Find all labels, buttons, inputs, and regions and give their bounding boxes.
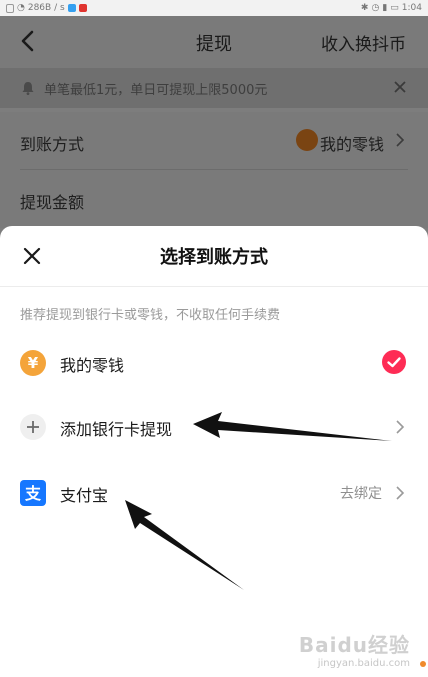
withdraw-amount-label: 提现金额 bbox=[20, 193, 85, 212]
chevron-right-icon bbox=[396, 133, 405, 147]
option-add-bank-card[interactable]: 添加银行卡提现 bbox=[0, 400, 428, 456]
wifi-icon: ◔ bbox=[17, 3, 25, 13]
payout-method-sheet: 选择到账方式 推荐提现到银行卡或零钱，不收取任何手续费 ¥ 我的零钱 添加银行卡… bbox=[0, 226, 428, 677]
battery-icon: ▭ bbox=[390, 3, 399, 13]
watermark-sub: jingyan.baidu.com bbox=[317, 658, 410, 669]
svg-text:¥: ¥ bbox=[28, 354, 39, 372]
bind-alipay-link[interactable]: 去绑定 bbox=[340, 483, 382, 503]
option-alipay[interactable]: 支 支付宝 去绑定 bbox=[0, 466, 428, 522]
status-right: ✱ ◷ ▮ ▭ 1:04 bbox=[361, 3, 422, 13]
app-notification-icon bbox=[67, 4, 76, 12]
payout-method-label: 到账方式 bbox=[20, 135, 85, 154]
alipay-icon: 支 bbox=[20, 480, 46, 506]
sim-icon bbox=[6, 3, 14, 13]
coin-icon: ¥ bbox=[20, 350, 46, 376]
watermark-main: Baidu经验 bbox=[298, 633, 410, 657]
option-wallet[interactable]: ¥ 我的零钱 bbox=[0, 336, 428, 392]
sheet-header: 选择到账方式 bbox=[0, 226, 428, 287]
sheet-title: 选择到账方式 bbox=[160, 247, 268, 268]
check-icon bbox=[382, 350, 406, 374]
sheet-tip: 推荐提现到银行卡或零钱，不收取任何手续费 bbox=[20, 308, 281, 323]
coin-icon bbox=[296, 129, 318, 151]
watermark: Baidu经验 jingyan.baidu.com bbox=[299, 629, 410, 669]
alarm-icon: ◷ bbox=[371, 3, 380, 13]
notice-text: 单笔最低1元，单日可提现上限5000元 bbox=[44, 83, 268, 98]
bluetooth-icon: ✱ bbox=[360, 3, 369, 13]
option-label: 添加银行卡提现 bbox=[60, 420, 173, 439]
chevron-right-icon bbox=[396, 486, 405, 500]
status-left: ◔ 286B / s bbox=[6, 3, 87, 13]
payout-method-row[interactable]: 到账方式 我的零钱 bbox=[0, 112, 428, 170]
signal-icon: ▮ bbox=[382, 3, 388, 13]
close-icon[interactable] bbox=[392, 79, 408, 95]
network-speed: 286B / s bbox=[27, 3, 65, 13]
status-time: 1:04 bbox=[401, 3, 422, 13]
corner-dot bbox=[420, 661, 426, 667]
exchange-coin-button[interactable]: 收入换抖币 bbox=[321, 30, 406, 55]
notice-banner: 单笔最低1元，单日可提现上限5000元 bbox=[0, 68, 428, 108]
plus-icon bbox=[20, 414, 46, 440]
option-label: 我的零钱 bbox=[60, 356, 125, 375]
option-label: 支付宝 bbox=[60, 486, 109, 505]
payout-method-value: 我的零钱 bbox=[319, 135, 384, 154]
svg-text:支: 支 bbox=[24, 484, 42, 503]
chevron-right-icon bbox=[396, 420, 405, 434]
app-notification-icon bbox=[78, 4, 87, 12]
status-bar: ◔ 286B / s ✱ ◷ ▮ ▭ 1:04 bbox=[0, 0, 428, 16]
nav-bar: 提现 收入换抖币 bbox=[0, 16, 428, 68]
withdraw-amount-row: 提现金额 bbox=[0, 170, 428, 228]
bell-icon bbox=[22, 82, 34, 95]
